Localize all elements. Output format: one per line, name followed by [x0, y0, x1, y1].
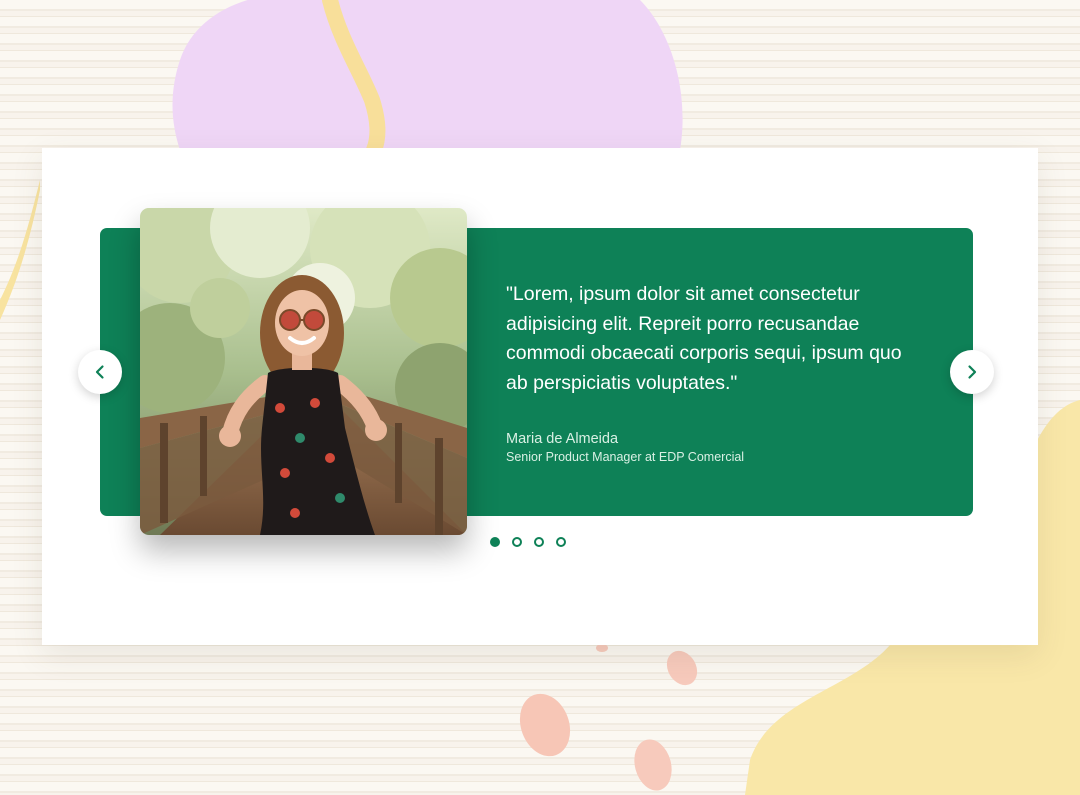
author-role: Senior Product Manager at EDP Comercial	[506, 450, 745, 464]
yellow-left-curve	[0, 180, 40, 320]
slide-pagination	[490, 537, 566, 547]
chevron-right-icon	[968, 365, 977, 379]
author-name: Maria de Almeida	[506, 431, 619, 447]
pagination-dot-2[interactable]	[512, 537, 522, 547]
pagination-dot-4[interactable]	[556, 537, 566, 547]
peach-drop-2	[634, 739, 672, 791]
purple-blob	[172, 0, 683, 150]
peach-drop-4	[596, 644, 608, 652]
next-slide-button[interactable]	[950, 350, 994, 394]
pagination-dot-3[interactable]	[534, 537, 544, 547]
peach-drop-1	[519, 693, 571, 757]
testimonial-content: "Lorem, ipsum dolor sit amet consectetur…	[506, 280, 926, 465]
pagination-dot-1[interactable]	[490, 537, 500, 547]
testimonial-quote: "Lorem, ipsum dolor sit amet consectetur…	[506, 283, 902, 394]
peach-drop-3	[666, 650, 698, 686]
chevron-left-icon	[95, 365, 104, 379]
previous-slide-button[interactable]	[78, 350, 122, 394]
testimonial-card: "Lorem, ipsum dolor sit amet consectetur…	[42, 148, 1038, 645]
testimonial-photo	[140, 208, 467, 535]
